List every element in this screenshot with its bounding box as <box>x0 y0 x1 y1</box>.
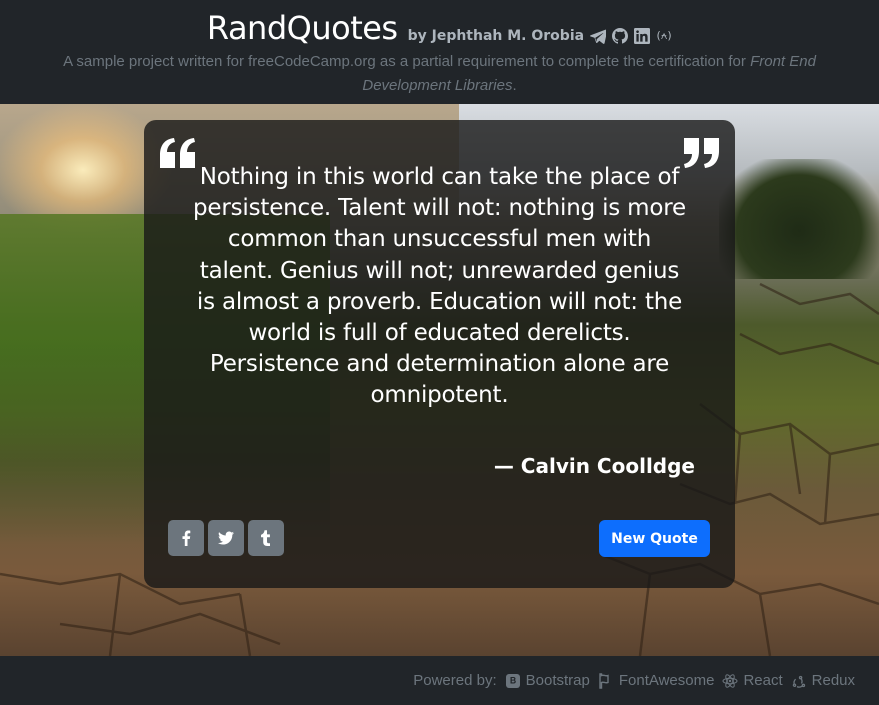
footer-link-react[interactable]: React <box>722 672 783 689</box>
subtitle-main: A sample project written for freeCodeCam… <box>63 53 746 70</box>
page-footer: Powered by: Bootstrap FontAwesome React … <box>0 656 879 705</box>
linkedin-icon[interactable] <box>634 28 651 44</box>
react-icon <box>722 673 738 688</box>
quote-author: — Calvin Coolldge <box>493 454 695 478</box>
title-row: RandQuotes by Jephthah M. Orobia (⍲) <box>0 8 879 48</box>
quote-text: Nothing in this world can take the place… <box>193 164 686 409</box>
footer-react-label: React <box>743 672 783 689</box>
gatsby-icon[interactable]: (⍲) <box>656 28 672 44</box>
share-twitter-button[interactable] <box>208 520 244 556</box>
quote-box: Nothing in this world can take the place… <box>144 120 735 588</box>
footer-fontawesome-label: FontAwesome <box>618 672 715 689</box>
byline-text: by Jephthah M. Orobia <box>407 28 585 44</box>
telegram-icon[interactable] <box>590 28 607 44</box>
app-title: RandQuotes <box>206 9 398 47</box>
footer-link-fontawesome[interactable]: FontAwesome <box>598 672 715 689</box>
share-tumblr-button[interactable] <box>248 520 284 556</box>
footer-redux-label: Redux <box>811 672 855 689</box>
flag-icon <box>599 672 609 689</box>
page-subtitle: A sample project written for freeCodeCam… <box>20 50 859 98</box>
new-quote-button[interactable]: New Quote <box>599 520 710 557</box>
redux-icon <box>792 675 805 688</box>
subtitle-end: . <box>512 77 517 94</box>
footer-bootstrap-label: Bootstrap <box>525 672 590 689</box>
quote-left-icon <box>160 138 196 174</box>
page-header: RandQuotes by Jephthah M. Orobia (⍲) A s… <box>0 0 879 104</box>
footer-link-bootstrap[interactable]: Bootstrap <box>505 672 590 689</box>
author-byline: by Jephthah M. Orobia (⍲) <box>408 28 672 48</box>
footer-link-redux[interactable]: Redux <box>791 672 855 689</box>
share-buttons <box>168 520 284 556</box>
share-facebook-button[interactable] <box>168 520 204 556</box>
github-icon[interactable] <box>612 28 629 44</box>
quote-right-icon <box>683 138 719 174</box>
tumblr-icon <box>261 530 270 546</box>
facebook-icon <box>182 530 191 546</box>
powered-by-label: Powered by: <box>413 672 497 689</box>
twitter-icon <box>218 531 234 545</box>
bootstrap-icon <box>505 673 520 688</box>
